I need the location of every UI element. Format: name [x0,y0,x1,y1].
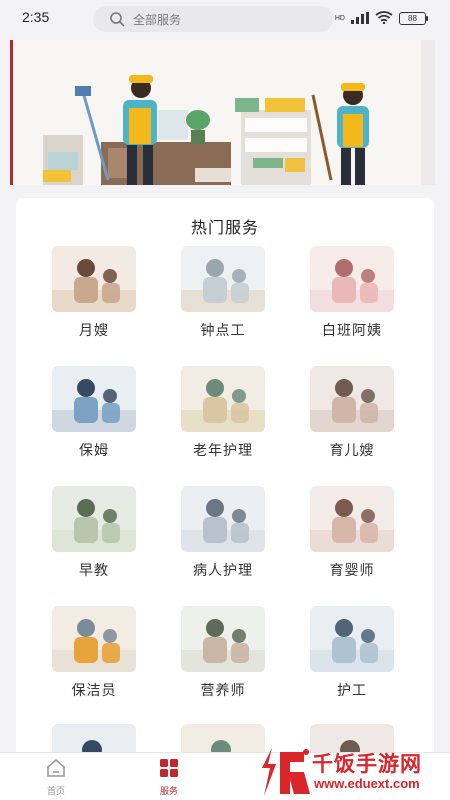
search-input[interactable]: 全部服务 [93,6,333,32]
service-item[interactable]: 早教 [34,486,154,596]
service-item[interactable]: 育儿嫂 [292,366,412,476]
service-item[interactable]: 老年护理 [163,366,283,476]
service-item[interactable]: 白班阿姨 [292,246,412,356]
watermark-url: www.eduext.com [314,776,420,791]
grid-icon [158,759,180,782]
wifi-icon [375,9,393,28]
nav-home[interactable]: 首页 [26,758,86,797]
service-photo [181,366,265,432]
service-item[interactable]: 钟点工 [163,246,283,356]
service-label: 护工 [337,683,367,699]
service-item[interactable]: 营养师 [163,606,283,716]
service-photo [181,246,265,312]
service-label: 营养师 [200,683,246,699]
battery-icon: 88 [399,12,428,25]
service-label: 病人护理 [193,563,253,579]
service-photo [52,606,136,672]
service-photo [181,606,265,672]
service-item[interactable]: 保姆 [34,366,154,476]
watermark: 千饭手游网 www.eduext.com [254,742,450,800]
search-placeholder: 全部服务 [133,12,182,27]
service-photo [52,366,136,432]
service-photo [52,486,136,552]
service-photo [310,486,394,552]
watermark-title: 千饭手游网 [312,752,422,776]
signal-icon [351,9,369,28]
watermark-logo [262,748,310,796]
cleaning-illustration [13,40,435,185]
status-bar: 2:35 全部服务 HD 88 [0,0,450,38]
search-icon [109,11,125,27]
nav-service[interactable]: 服务 [139,758,199,797]
status-icons: HD 88 [334,9,428,28]
service-photo [310,246,394,312]
home-icon [45,759,67,782]
service-item[interactable]: 保洁员 [34,606,154,716]
service-photo [310,366,394,432]
service-item[interactable]: 月嫂 [34,246,154,356]
service-photo [52,246,136,312]
banner-image[interactable] [10,40,435,185]
service-item[interactable]: 护工 [292,606,412,716]
service-item[interactable]: 病人护理 [163,486,283,596]
service-label: 保姆 [79,443,109,459]
nav-service-label: 服务 [159,787,178,797]
service-label: 育儿嫂 [329,443,375,459]
service-label: 钟点工 [200,323,246,339]
service-label: 月嫂 [79,323,109,339]
service-label: 育婴师 [329,563,375,579]
network-type-label: HD [334,15,345,22]
service-photo [310,606,394,672]
service-label: 老年护理 [193,443,253,459]
nav-home-label: 首页 [46,787,65,797]
hot-services-title: 热门服务 [190,218,259,237]
service-item[interactable]: 育婴师 [292,486,412,596]
status-time: 2:35 [22,9,50,25]
service-label: 保洁员 [71,683,117,699]
service-label: 白班阿姨 [322,323,382,339]
hot-services-card: 热门服务 月嫂 钟点工 白班阿姨保姆 老年护理 育儿嫂早教 病人护理 育婴师保洁员 营养师 护工 [16,198,434,768]
service-photo [181,486,265,552]
service-label: 早教 [79,563,109,579]
